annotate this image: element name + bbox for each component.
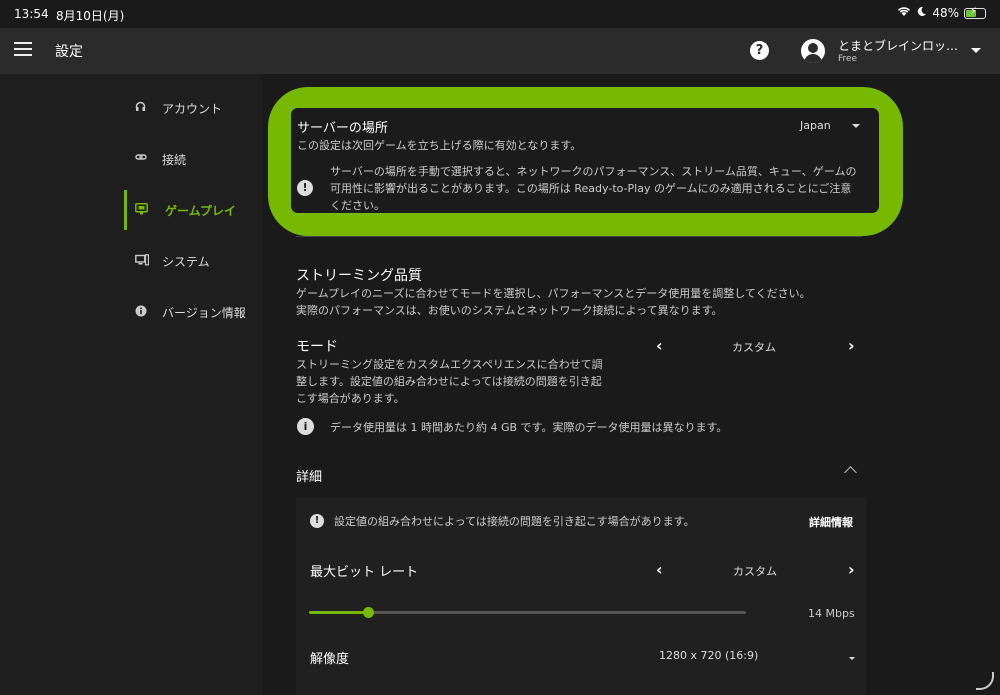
- app-bar: 設定 ? とまとブレインロッ… Free: [0, 28, 1000, 74]
- status-bar: 13:54 8月10日(月) 48% ⚡: [0, 0, 1000, 28]
- bitrate-next-button[interactable]: ›: [848, 560, 855, 579]
- mode-description-1: ストリーミング設定をカスタムエクスペリエンスに合わせて調: [296, 358, 603, 371]
- sidebar-item-label: ゲームプレイ: [165, 204, 236, 218]
- mode-description-2: 整します。設定値の組み合わせによっては接続の問題を引き起: [296, 375, 602, 388]
- streaming-quality-title: ストリーミング品質: [296, 268, 422, 284]
- streaming-quality-description-2: 実際のパフォーマンスは、お使いのシステムとネットワーク接続によって異なります。: [296, 304, 723, 317]
- more-info-link[interactable]: 詳細情報: [809, 514, 853, 530]
- info-icon: [135, 305, 147, 317]
- details-title[interactable]: 詳細: [296, 466, 322, 485]
- bitrate-slider-handle[interactable]: [362, 607, 374, 618]
- server-location-title: サーバーの場所: [297, 121, 388, 136]
- system-devices-icon: [135, 254, 150, 266]
- resolution-label: 解像度: [310, 652, 350, 667]
- help-icon[interactable]: ?: [750, 41, 769, 60]
- divider: [296, 236, 862, 237]
- headset-icon: [135, 101, 147, 113]
- resolution-select[interactable]: 1280 x 720 (16:9): [659, 649, 758, 662]
- user-name[interactable]: とまとブレインロッ…: [838, 37, 958, 54]
- avatar[interactable]: [801, 39, 825, 63]
- status-date: 8月10日(月): [56, 9, 125, 23]
- info-icon: i: [297, 418, 314, 435]
- details-warning: 設定値の組み合わせによっては接続の問題を引き起こす場合があります。: [334, 515, 695, 528]
- sidebar-item-account[interactable]: アカウント: [124, 88, 262, 128]
- sidebar-item-label: システム: [162, 255, 210, 269]
- hamburger-menu-icon[interactable]: [14, 42, 32, 56]
- sidebar-item-label: 接続: [162, 153, 187, 167]
- sidebar-item-label: アカウント: [162, 102, 223, 116]
- sidebar-item-label: バージョン情報: [162, 306, 246, 320]
- mode-prev-button[interactable]: ‹: [656, 336, 663, 355]
- mode-next-button[interactable]: ›: [848, 336, 855, 355]
- sidebar-item-gameplay[interactable]: ゲームプレイ: [124, 190, 262, 230]
- page-title: 設定: [55, 44, 83, 60]
- bitrate-slider-fill: [309, 611, 368, 614]
- user-plan: Free: [838, 54, 858, 64]
- chevron-down-icon[interactable]: [852, 124, 860, 128]
- server-location-note: サーバーの場所を手動で選択すると、ネットワークのパフォーマンス、ストリーム品質、…: [330, 165, 857, 212]
- wifi-icon: [897, 6, 911, 20]
- link-icon: [135, 152, 147, 164]
- account-dropdown-icon[interactable]: [971, 48, 981, 53]
- server-location-description: この設定は次回ゲームを立ち上げる際に有効となります。: [297, 139, 582, 152]
- bitrate-value: カスタム: [733, 565, 777, 578]
- warning-icon: !: [310, 514, 324, 528]
- warning-icon: !: [297, 180, 313, 196]
- data-usage-note: データ使用量は 1 時間あたり約 4 GB です。実際のデータ使用量は異なります…: [330, 421, 728, 434]
- sidebar-item-connection[interactable]: 接続: [124, 139, 262, 179]
- charging-bolt-icon: ⚡: [970, 5, 978, 17]
- server-location-select[interactable]: Japan: [800, 119, 831, 132]
- gameplay-monitor-icon: [135, 203, 148, 215]
- chevron-down-icon[interactable]: [849, 657, 855, 660]
- sidebar-item-system[interactable]: システム: [124, 241, 262, 281]
- battery-percent: 48%: [932, 6, 959, 20]
- battery-icon: ⚡: [964, 5, 986, 19]
- mode-description-3: こす場合があります。: [296, 392, 405, 405]
- moon-icon: [916, 6, 927, 20]
- bitrate-label: 最大ビット レート: [310, 565, 419, 580]
- mode-title: モード: [296, 339, 338, 355]
- bitrate-slider[interactable]: [309, 607, 746, 618]
- bitrate-prev-button[interactable]: ‹: [656, 560, 663, 579]
- sidebar-item-version[interactable]: バージョン情報: [124, 292, 262, 332]
- bitrate-slider-value: 14 Mbps: [808, 607, 855, 620]
- status-time: 13:54: [14, 7, 49, 21]
- mode-value: カスタム: [732, 341, 776, 354]
- status-indicators: 48% ⚡: [897, 6, 986, 20]
- streaming-quality-description-1: ゲームプレイのニーズに合わせてモードを選択し、パフォーマンスとデータ使用量を調整…: [296, 287, 811, 300]
